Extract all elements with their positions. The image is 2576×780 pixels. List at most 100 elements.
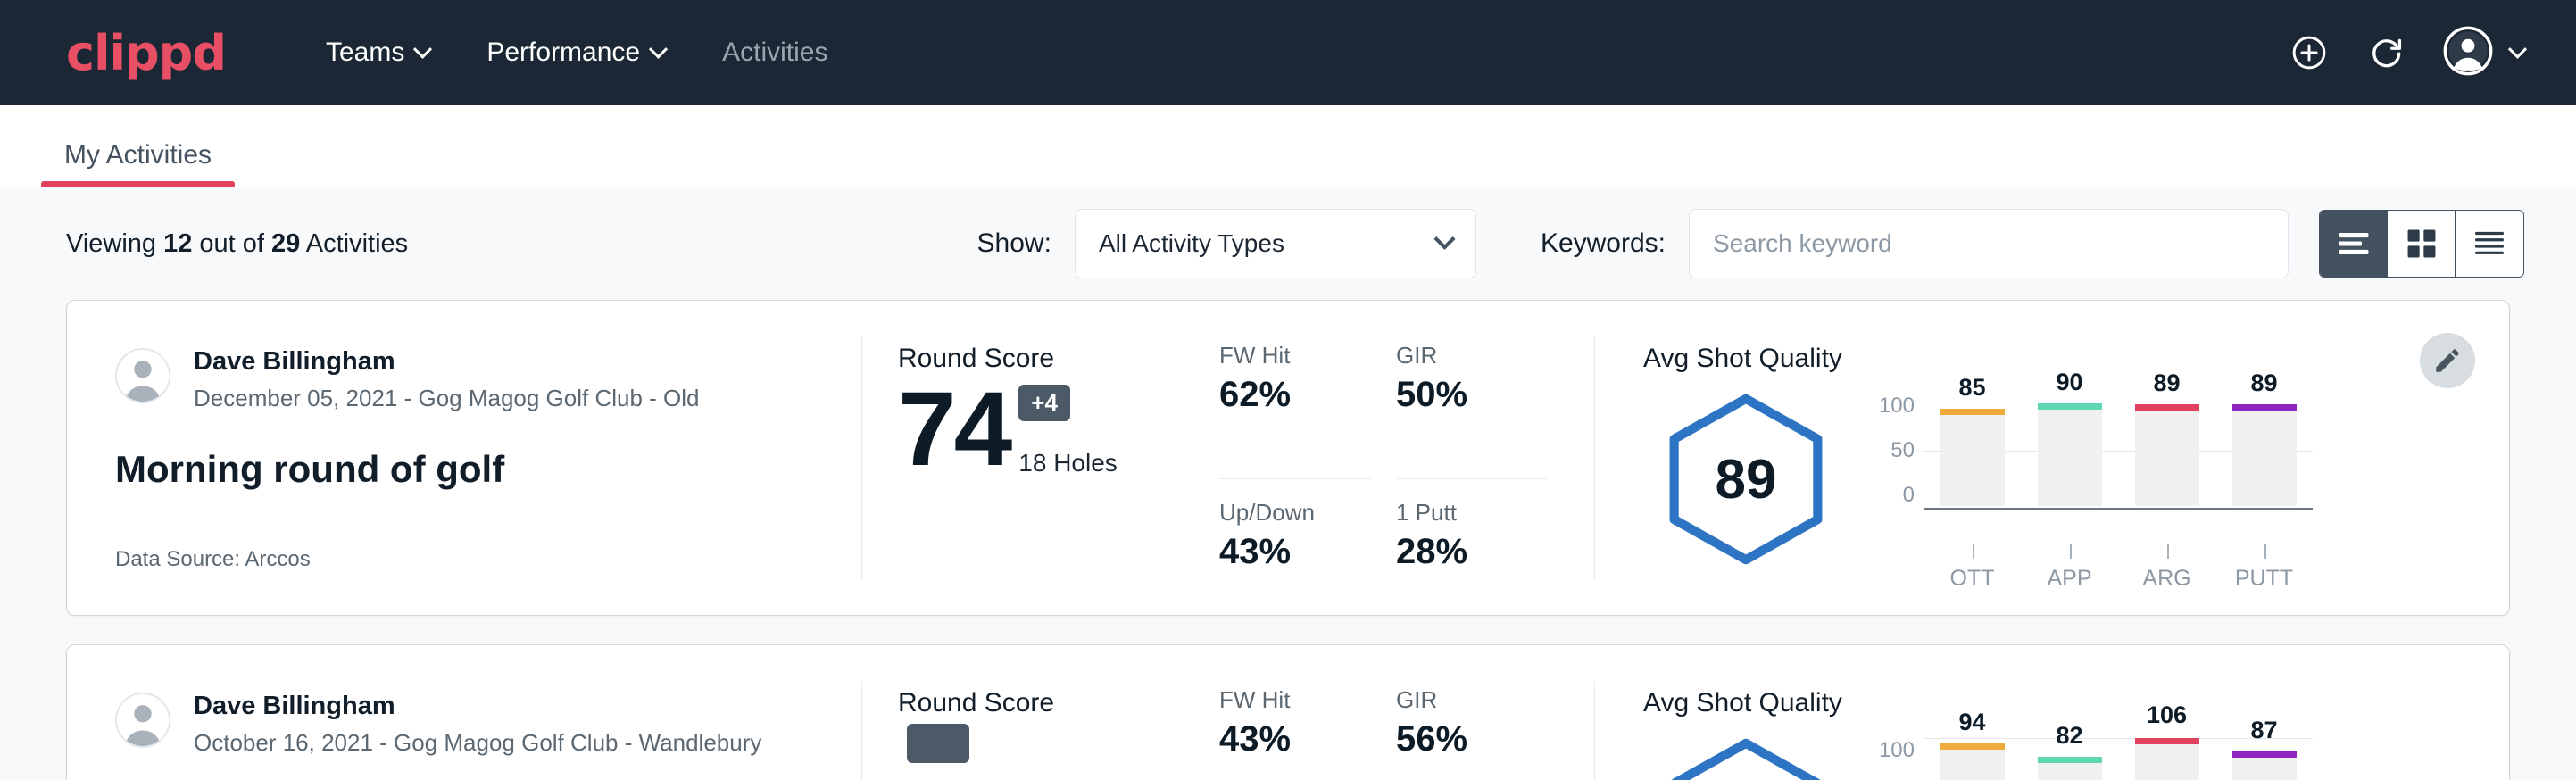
- plus-circle-icon[interactable]: [2289, 33, 2329, 72]
- y-tick-label: 100: [1879, 738, 1915, 763]
- author-text: Dave Billingham December 05, 2021 - Gog …: [194, 345, 700, 412]
- chart-bar-app: [2038, 403, 2102, 506]
- stat-gir-value: 50%: [1396, 375, 1548, 415]
- chart-bar-cell: 82: [2021, 738, 2118, 780]
- activity-date-course: December 05, 2021 - Gog Magog Golf Club …: [194, 385, 700, 412]
- compact-view-icon[interactable]: [2456, 211, 2523, 277]
- stat-gir: GIR 56%: [1396, 686, 1548, 780]
- round-score-meta: [907, 724, 969, 780]
- chart-bar-value: 82: [2056, 722, 2082, 750]
- round-score-column: Round Score 74 +4 18 Holes: [862, 301, 1219, 615]
- score-to-par-badge: +4: [1018, 385, 1070, 421]
- tab-my-activities-label: My Activities: [64, 140, 212, 170]
- chart-bar-value: 87: [2250, 717, 2277, 744]
- nav-item-activities[interactable]: Activities: [694, 29, 856, 77]
- stat-fw-hit-value: 43%: [1219, 719, 1371, 759]
- grid-line: [1924, 508, 2313, 510]
- activity-author: Dave Billingham October 16, 2021 - Gog M…: [115, 690, 813, 757]
- nav-item-teams-label: Teams: [326, 37, 404, 68]
- author-name: Dave Billingham: [194, 345, 700, 378]
- avg-shot-quality-label: Avg Shot Quality: [1643, 688, 2509, 718]
- shot-quality-value: 89: [1716, 448, 1777, 511]
- viewing-count: 12: [163, 229, 192, 258]
- round-stats-column: FW Hit 62% GIR 50% Up/Down 43% 1 Putt 28…: [1219, 301, 1594, 615]
- activity-author: Dave Billingham December 05, 2021 - Gog …: [115, 345, 813, 412]
- x-tick-label: ARG: [2118, 544, 2215, 592]
- chart-x-axis: OTTAPPARGPUTT: [1870, 544, 2313, 592]
- chart-y-axis: 100500: [1870, 394, 1924, 508]
- chart-y-axis: 100500: [1870, 738, 1924, 780]
- holes-played: 18 Holes: [1018, 449, 1118, 477]
- nav-item-performance-label: Performance: [486, 37, 640, 68]
- clippd-logo[interactable]: clippd: [66, 25, 226, 81]
- activity-card[interactable]: Dave Billingham December 05, 2021 - Gog …: [66, 300, 2510, 616]
- stat-fw-hit-label: FW Hit: [1219, 686, 1371, 714]
- stat-one-putt: 1 Putt 28%: [1396, 499, 1548, 616]
- chevron-down-icon: [649, 39, 668, 58]
- stat-fw-hit: FW Hit 62%: [1219, 342, 1371, 479]
- stat-one-putt-label: 1 Putt: [1396, 499, 1548, 527]
- account-menu[interactable]: [2443, 26, 2524, 80]
- list-view-icon[interactable]: [2320, 211, 2388, 277]
- nav-item-teams[interactable]: Teams: [297, 29, 458, 77]
- filter-toolbar: Viewing 12 out of 29 Activities Show: Al…: [0, 187, 2576, 300]
- stat-fw-hit-value: 62%: [1219, 375, 1371, 415]
- stat-gir-label: GIR: [1396, 686, 1548, 714]
- chart-bar-putt: [2232, 751, 2297, 780]
- y-tick-label: 50: [1890, 438, 1915, 463]
- stat-up-down-value: 43%: [1219, 532, 1371, 572]
- activity-info-column: Dave Billingham October 16, 2021 - Gog M…: [67, 645, 861, 780]
- chart-bar-cap: [2038, 403, 2102, 410]
- chevron-down-icon: [2508, 39, 2527, 58]
- activity-type-value: All Activity Types: [1099, 229, 1284, 258]
- x-tick-mark: [2070, 544, 2072, 559]
- chart-bar-arg: [2135, 404, 2199, 506]
- nav-item-performance[interactable]: Performance: [458, 29, 694, 77]
- round-score-value: 74: [898, 379, 1010, 479]
- show-label: Show:: [977, 228, 1051, 259]
- x-tick-mark: [1973, 544, 1974, 559]
- chart-bar-cap: [2232, 404, 2297, 411]
- author-name: Dave Billingham: [194, 690, 761, 722]
- stat-fw-hit-label: FW Hit: [1219, 342, 1371, 369]
- chart-bar-value: 90: [2056, 369, 2082, 396]
- stat-gir-value: 56%: [1396, 719, 1548, 759]
- chart-bar-cap: [2232, 751, 2297, 758]
- stat-up-down-label: Up/Down: [1219, 499, 1371, 527]
- x-tick-label: APP: [2021, 544, 2118, 592]
- activity-type-select[interactable]: All Activity Types: [1075, 209, 1476, 278]
- chart-bar-cell: 89: [2215, 394, 2313, 506]
- avatar: [115, 348, 170, 403]
- viewing-count-text: Viewing 12 out of 29 Activities: [66, 229, 408, 259]
- x-tick-label: OTT: [1924, 544, 2021, 592]
- y-tick-label: 0: [1903, 483, 1915, 508]
- chart-bar-cap: [2135, 738, 2199, 744]
- chart-bar-cap: [1940, 743, 2005, 750]
- account-avatar-icon: [2443, 26, 2493, 80]
- main-nav-items: Teams Performance Activities: [297, 29, 856, 77]
- chart-bar-ott: [1940, 743, 2005, 780]
- round-score-label: Round Score: [898, 688, 1219, 718]
- chart-bar-putt: [2232, 404, 2297, 506]
- chart-bar-arg: [2135, 738, 2199, 780]
- refresh-icon[interactable]: [2366, 33, 2406, 72]
- chevron-down-icon: [1433, 228, 1455, 249]
- stat-fw-hit: FW Hit 43%: [1219, 686, 1371, 780]
- tab-my-activities[interactable]: My Activities: [41, 140, 235, 187]
- activity-card[interactable]: Dave Billingham October 16, 2021 - Gog M…: [66, 644, 2510, 780]
- activity-info-column: Dave Billingham December 05, 2021 - Gog …: [67, 301, 861, 615]
- data-source-label: Data Source:: [115, 547, 245, 571]
- chart-bar-value: 94: [1958, 709, 1985, 736]
- edit-activity-button[interactable]: [2420, 333, 2475, 388]
- chart-bar-app: [2038, 757, 2102, 780]
- chart-bar-cap: [2135, 404, 2199, 411]
- grid-view-icon[interactable]: [2388, 211, 2456, 277]
- search-input[interactable]: [1689, 209, 2289, 278]
- page-tab-bar: My Activities: [0, 105, 2576, 187]
- chevron-down-icon: [413, 39, 432, 58]
- round-score-value-group: 74 +4 18 Holes: [898, 379, 1219, 479]
- nav-right-actions: [2289, 26, 2524, 80]
- avg-shot-quality-column: Avg Shot Quality 89 10050085908989OTTAPP…: [1595, 301, 2509, 615]
- chart-bar-cell: 85: [1924, 394, 2021, 506]
- viewing-suffix: Activities: [300, 229, 408, 258]
